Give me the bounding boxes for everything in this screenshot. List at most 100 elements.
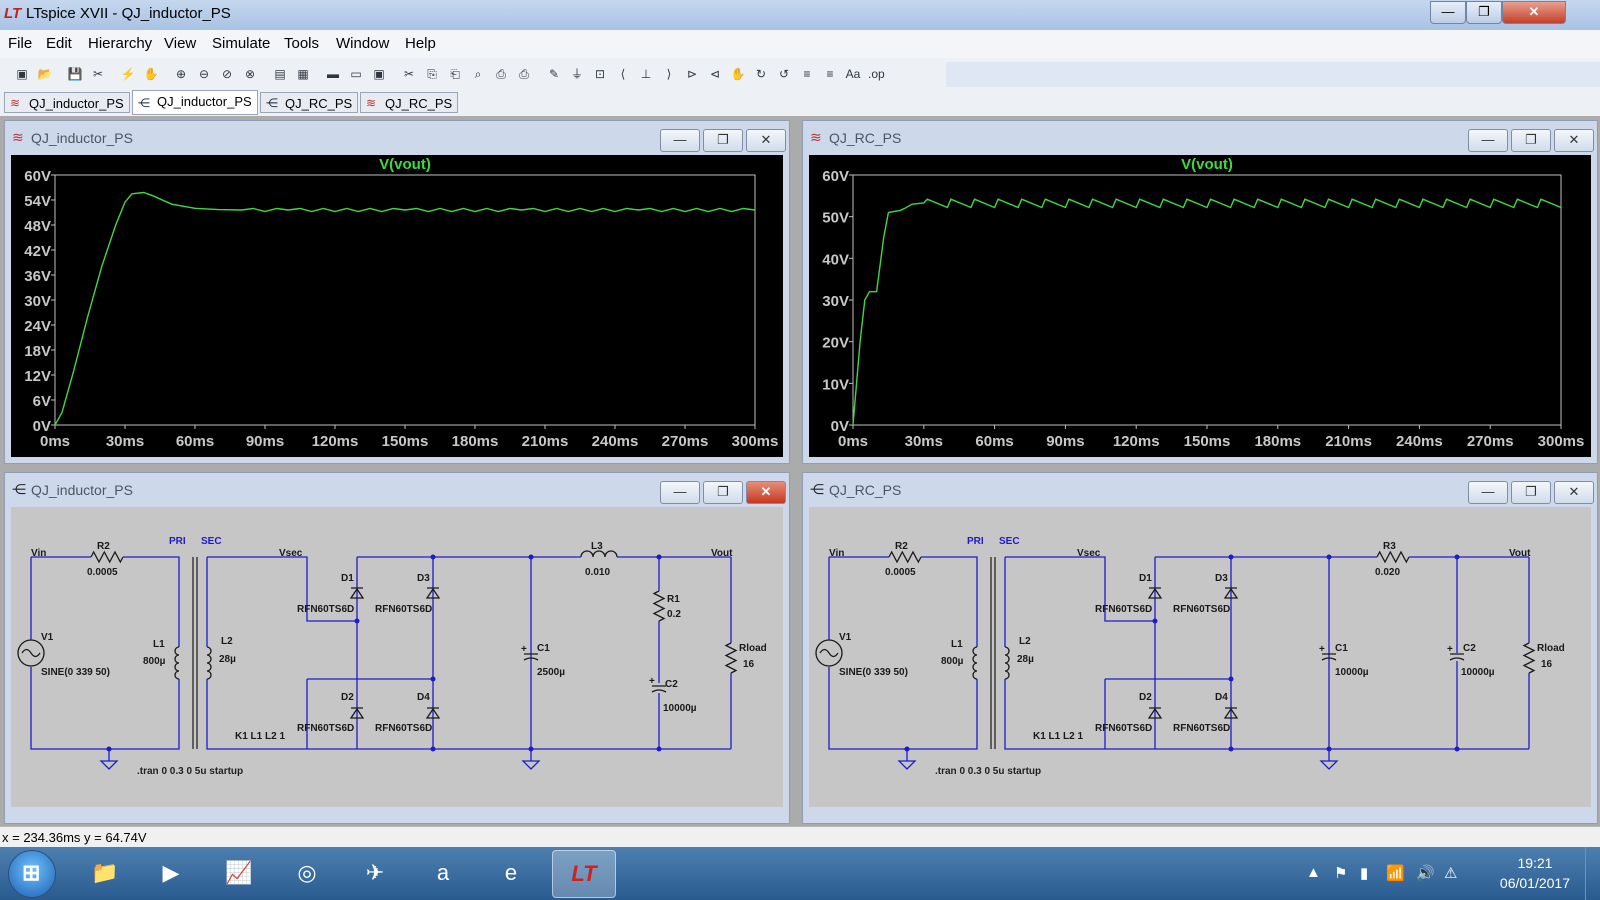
print-icon[interactable]: ⎙: [516, 66, 532, 82]
tile-horizontal-icon[interactable]: ▬: [325, 66, 341, 82]
resistor-r1[interactable]: [652, 590, 666, 622]
zoom-fit-icon[interactable]: ⊘: [219, 66, 235, 82]
drag-icon[interactable]: ↻: [753, 66, 769, 82]
trace-vout[interactable]: [54, 191, 756, 426]
menu-help[interactable]: Help: [405, 35, 436, 52]
waveform-plot[interactable]: V(vout)0V6V12V18V24V30V36V42V48V54V60V0m…: [11, 155, 783, 457]
explorer-taskbar-icon[interactable]: 📁: [76, 850, 134, 896]
schematic-drawing[interactable]: Vin R2 0.0005 V1 SINE(0 339 50) L1 800µ PRI SEC L…: [11, 507, 783, 807]
internet-explorer-taskbar-icon[interactable]: e: [482, 850, 540, 896]
ground-icon[interactable]: [897, 749, 917, 770]
schematic-window-rc[interactable]: ⋲ QJ_RC_PS — ❐ ✕ Vin R2 0.0005 V1 SINE(0 339…: [802, 472, 1598, 824]
print-setup-icon[interactable]: ⎙: [493, 66, 509, 82]
menu-hierarchy[interactable]: Hierarchy: [88, 35, 152, 52]
spice-directive-icon[interactable]: .op: [868, 66, 885, 82]
tab-qj-rc-schematic[interactable]: ⋲ QJ_RC_PS: [260, 92, 358, 113]
minimize-button[interactable]: —: [1430, 1, 1466, 24]
grid-icon[interactable]: ▦: [295, 66, 311, 82]
ground-icon[interactable]: ⏚: [569, 66, 585, 82]
move-icon[interactable]: ✋: [730, 66, 746, 82]
trace-label[interactable]: V(vout): [379, 156, 431, 173]
ground-icon[interactable]: [99, 749, 119, 770]
menu-edit[interactable]: Edit: [46, 35, 72, 52]
component-icon[interactable]: ⊲: [707, 66, 723, 82]
ground-icon[interactable]: [521, 749, 541, 770]
show-desktop-button[interactable]: [1585, 847, 1600, 900]
action-center-flag-icon[interactable]: ⚑: [1334, 864, 1347, 882]
inductor-l2[interactable]: [206, 646, 212, 680]
inductor-icon[interactable]: ⟩: [661, 66, 677, 82]
close-button[interactable]: ✕: [1502, 1, 1566, 24]
schematic-canvas[interactable]: Vin R2 0.0005 V1 SINE(0 339 50) L1 800µ PRI SEC L…: [11, 507, 783, 807]
waveform-window-inductor[interactable]: ≋ QJ_inductor_PS — ❐ ✕ V(vout) 0V 6V 12V 18V…: [4, 120, 790, 464]
waveform-plot[interactable]: V(vout)0V10V20V30V40V50V60V0ms 30ms 60ms 90…: [809, 155, 1591, 457]
cascade-icon[interactable]: ▣: [371, 66, 387, 82]
tile-vertical-icon[interactable]: ▭: [348, 66, 364, 82]
resistor-rload[interactable]: [724, 642, 738, 674]
schematic-canvas[interactable]: Vin R2 0.0005 V1 SINE(0 339 50) L1 800µ PRI SEC L…: [809, 507, 1591, 807]
rotate-icon[interactable]: ≡: [822, 66, 838, 82]
tab-qj-inductor-waveform[interactable]: ≋ QJ_inductor_PS: [4, 92, 130, 113]
media-player-taskbar-icon[interactable]: ▶: [142, 850, 200, 896]
child-close-button[interactable]: ✕: [1554, 481, 1594, 504]
draw-wire-icon[interactable]: ✎: [546, 66, 562, 82]
control-panel-icon[interactable]: ✂: [90, 66, 106, 82]
resistor-rload[interactable]: [1522, 642, 1536, 674]
waveform-window-rc[interactable]: ≋ QJ_RC_PS — ❐ ✕ V(vout) 0V 10V 20V 30V 40V 50…: [802, 120, 1598, 464]
label-net-icon[interactable]: ⊡: [592, 66, 608, 82]
resistor-icon[interactable]: ⟨: [615, 66, 631, 82]
menu-window[interactable]: Window: [336, 35, 389, 52]
new-schematic-icon[interactable]: ▣: [14, 66, 30, 82]
trace-label[interactable]: V(vout): [1181, 156, 1233, 173]
child-restore-button[interactable]: ❐: [703, 129, 743, 152]
child-close-button[interactable]: ✕: [1554, 129, 1594, 152]
inductor-l2[interactable]: [1004, 646, 1010, 680]
chart-app-taskbar-icon[interactable]: 📈: [210, 850, 268, 896]
show-hidden-icons-icon[interactable]: ▲: [1306, 864, 1321, 881]
zoom-cancel-icon[interactable]: ⊗: [242, 66, 258, 82]
ltspice-taskbar-icon[interactable]: LT: [552, 850, 616, 898]
autorange-icon[interactable]: ▤: [272, 66, 288, 82]
cut-icon[interactable]: ✂: [401, 66, 417, 82]
menu-tools[interactable]: Tools: [284, 35, 319, 52]
run-icon[interactable]: ⚡: [120, 66, 136, 82]
resistor-r2[interactable]: [888, 550, 922, 564]
child-minimize-button[interactable]: —: [660, 129, 700, 152]
child-close-button[interactable]: ✕: [746, 481, 786, 504]
schematic-drawing[interactable]: Vin R2 0.0005 V1 SINE(0 339 50) L1 800µ PRI SEC L…: [809, 507, 1591, 807]
start-button[interactable]: ⊞: [8, 850, 56, 898]
alert-icon[interactable]: ⚠: [1444, 864, 1457, 882]
save-icon[interactable]: 💾: [67, 66, 83, 82]
open-icon[interactable]: 📂: [37, 66, 53, 82]
network-signal-icon[interactable]: 📶: [1386, 864, 1405, 882]
text-icon[interactable]: Aa: [845, 66, 861, 82]
tab-qj-inductor-schematic[interactable]: ⋲ QJ_inductor_PS: [132, 90, 258, 115]
schematic-window-inductor[interactable]: ⋲ QJ_inductor_PS — ❐ ✕ Vin R2 0.0005 V1 SINE…: [4, 472, 790, 824]
tab-qj-rc-waveform[interactable]: ≋ QJ_RC_PS: [360, 92, 458, 113]
plot-area[interactable]: V(vout) 0V 10V 20V 30V 40V 50V 60V 0ms 30ms 60ms 90…: [809, 155, 1591, 457]
paste-icon[interactable]: ⎗: [447, 66, 463, 82]
plot-area[interactable]: V(vout) 0V 6V 12V 18V 24V 30V 36V 42V 48V 54V 60V 0m…: [11, 155, 783, 457]
menu-file[interactable]: File: [8, 35, 32, 52]
menu-view[interactable]: View: [164, 35, 196, 52]
child-restore-button[interactable]: ❐: [1511, 481, 1551, 504]
inductor-l1[interactable]: [174, 646, 180, 680]
child-restore-button[interactable]: ❐: [703, 481, 743, 504]
amazon-taskbar-icon[interactable]: a: [414, 850, 472, 896]
wifi-app-taskbar-icon[interactable]: ◎: [278, 850, 336, 896]
redo-icon[interactable]: ≡: [799, 66, 815, 82]
resistor-r2[interactable]: [90, 550, 124, 564]
child-minimize-button[interactable]: —: [1468, 481, 1508, 504]
child-restore-button[interactable]: ❐: [1511, 129, 1551, 152]
system-clock[interactable]: 19:21 06/01/2017: [1500, 853, 1570, 893]
inductor-l1[interactable]: [972, 646, 978, 680]
volume-icon[interactable]: 🔊: [1416, 864, 1435, 882]
trace-vout[interactable]: [852, 198, 1562, 426]
zoom-in-icon[interactable]: ⊕: [173, 66, 189, 82]
child-minimize-button[interactable]: —: [660, 481, 700, 504]
plane-app-taskbar-icon[interactable]: ✈: [346, 850, 404, 896]
resistor-r3[interactable]: [1376, 550, 1410, 564]
power-icon[interactable]: ▮: [1360, 864, 1368, 882]
copy-icon[interactable]: ⎘: [424, 66, 440, 82]
capacitor-icon[interactable]: ⊥: [638, 66, 654, 82]
